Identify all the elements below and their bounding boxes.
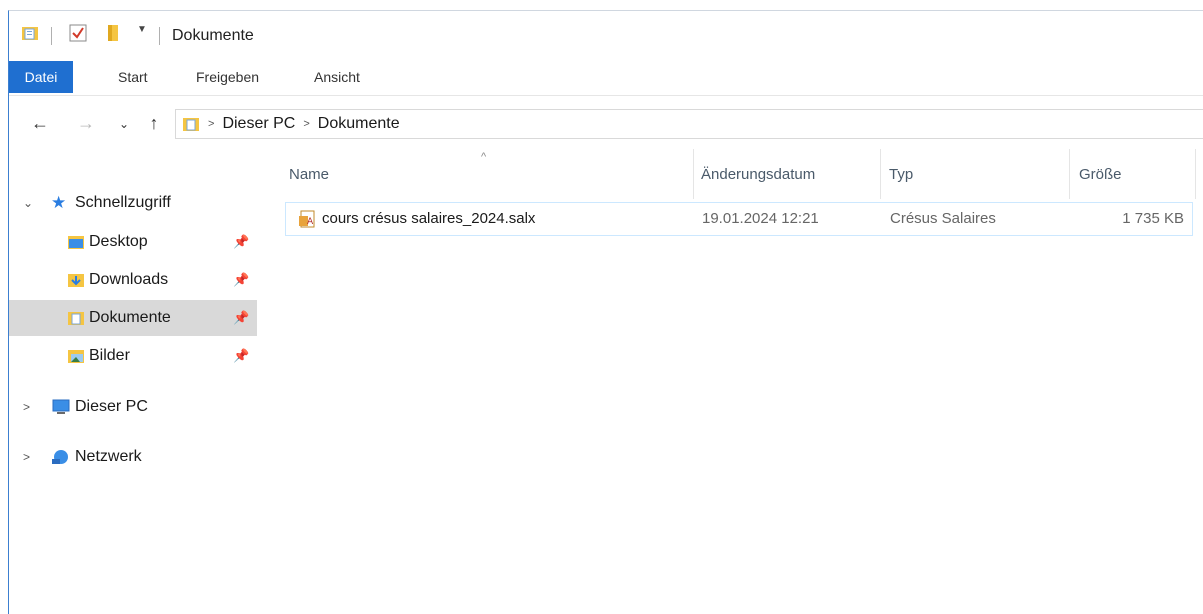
column-header-label: Größe <box>1079 165 1122 183</box>
tab-share[interactable]: Freigeben <box>184 61 271 93</box>
documents-location-icon <box>182 115 200 133</box>
sidebar-item-downloads[interactable]: Downloads 📌 <box>9 262 257 298</box>
back-arrow-icon[interactable]: ← <box>29 113 51 134</box>
downloads-folder-icon <box>67 272 85 288</box>
column-header-name[interactable]: Name <box>289 149 689 199</box>
file-size: 1 735 KB <box>1122 210 1184 227</box>
breadcrumb-documents[interactable]: Dokumente <box>318 115 400 133</box>
collapsed-chevron-icon[interactable]: > <box>23 450 30 464</box>
star-icon: ★ <box>51 193 67 212</box>
up-arrow-icon[interactable]: ↑ <box>143 113 165 134</box>
file-name: cours crésus salaires_2024.salx <box>322 210 536 227</box>
sidebar-item-this-pc[interactable]: > Dieser PC <box>9 389 257 425</box>
desktop-folder-icon <box>67 234 85 250</box>
pin-icon[interactable]: 📌 <box>233 234 249 250</box>
window-title: Dokumente <box>172 27 254 44</box>
column-header-label: Typ <box>889 165 914 183</box>
pin-icon[interactable]: 📌 <box>233 272 249 288</box>
breadcrumb-separator-icon: > <box>303 118 310 130</box>
pin-icon[interactable]: 📌 <box>233 348 249 364</box>
documents-folder-icon <box>67 310 85 326</box>
sidebar-item-label: Dieser PC <box>75 398 148 415</box>
tab-file[interactable]: Datei <box>9 61 73 93</box>
column-header-date[interactable]: Änderungsdatum <box>701 149 881 199</box>
column-header-label: Name <box>289 165 330 183</box>
expanded-chevron-icon[interactable]: ⌄ <box>23 196 33 210</box>
sidebar-item-label: Desktop <box>89 233 148 250</box>
sidebar-item-label: Downloads <box>89 271 169 288</box>
sidebar-item-quick-access[interactable]: ⌄ ★ Schnellzugriff <box>9 185 257 221</box>
collapsed-chevron-icon[interactable]: > <box>23 400 30 414</box>
sidebar-item-label: Netzwerk <box>75 448 142 465</box>
computer-icon <box>51 399 71 415</box>
column-header-size[interactable]: Größe <box>1079 149 1189 199</box>
new-folder-icon[interactable] <box>106 24 120 42</box>
sidebar-item-label: Bilder <box>89 347 130 364</box>
file-list: Name ^ Änderungsdatum Typ Größe A cours … <box>271 149 1203 614</box>
file-row[interactable]: A cours crésus salaires_2024.salx 19.01.… <box>285 202 1193 236</box>
navigation-pane: ⌄ ★ Schnellzugriff Desktop 📌 Downloads 📌… <box>9 159 257 614</box>
title-bar: ▼ Dokumente <box>9 11 1203 57</box>
file-type: Crésus Salaires <box>890 210 996 227</box>
breadcrumb-this-pc[interactable]: Dieser PC <box>222 115 295 133</box>
sidebar-item-documents[interactable]: Dokumente 📌 <box>9 300 257 336</box>
sidebar-item-label: Schnellzugriff <box>75 194 171 211</box>
address-bar[interactable]: > Dieser PC > Dokumente <box>175 109 1203 139</box>
svg-text:A: A <box>307 217 314 227</box>
tab-home[interactable]: Start <box>106 61 160 93</box>
network-icon <box>51 449 71 465</box>
sidebar-item-desktop[interactable]: Desktop 📌 <box>9 224 257 260</box>
column-header-label: Änderungsdatum <box>701 165 816 183</box>
recent-locations-chevron-icon[interactable]: ⌄ <box>113 117 135 131</box>
column-header-type[interactable]: Typ <box>889 149 1069 199</box>
breadcrumb-separator-icon: > <box>208 118 215 130</box>
folder-properties-icon[interactable] <box>21 24 39 42</box>
file-date: 19.01.2024 12:21 <box>702 210 819 227</box>
sidebar-item-label: Dokumente <box>89 309 171 326</box>
cresus-salaires-file-icon: A <box>298 210 316 228</box>
navigation-row: ← → ⌄ ↑ > Dieser PC > Dokumente <box>9 107 1203 141</box>
forward-arrow-icon[interactable]: → <box>75 113 97 134</box>
tab-view[interactable]: Ansicht <box>302 61 372 93</box>
sort-ascending-icon: ^ <box>481 151 487 163</box>
sidebar-item-network[interactable]: > Netzwerk <box>9 439 257 475</box>
customize-toolbar-dropdown-icon[interactable]: ▼ <box>137 24 147 35</box>
pictures-folder-icon <box>67 348 85 364</box>
properties-check-icon[interactable] <box>69 24 87 42</box>
pin-icon[interactable]: 📌 <box>233 310 249 326</box>
sidebar-item-pictures[interactable]: Bilder 📌 <box>9 338 257 374</box>
explorer-window: ▼ Dokumente Datei Start Freigeben Ansich… <box>8 10 1203 614</box>
ribbon-tabs: Datei Start Freigeben Ansicht <box>9 61 1203 93</box>
